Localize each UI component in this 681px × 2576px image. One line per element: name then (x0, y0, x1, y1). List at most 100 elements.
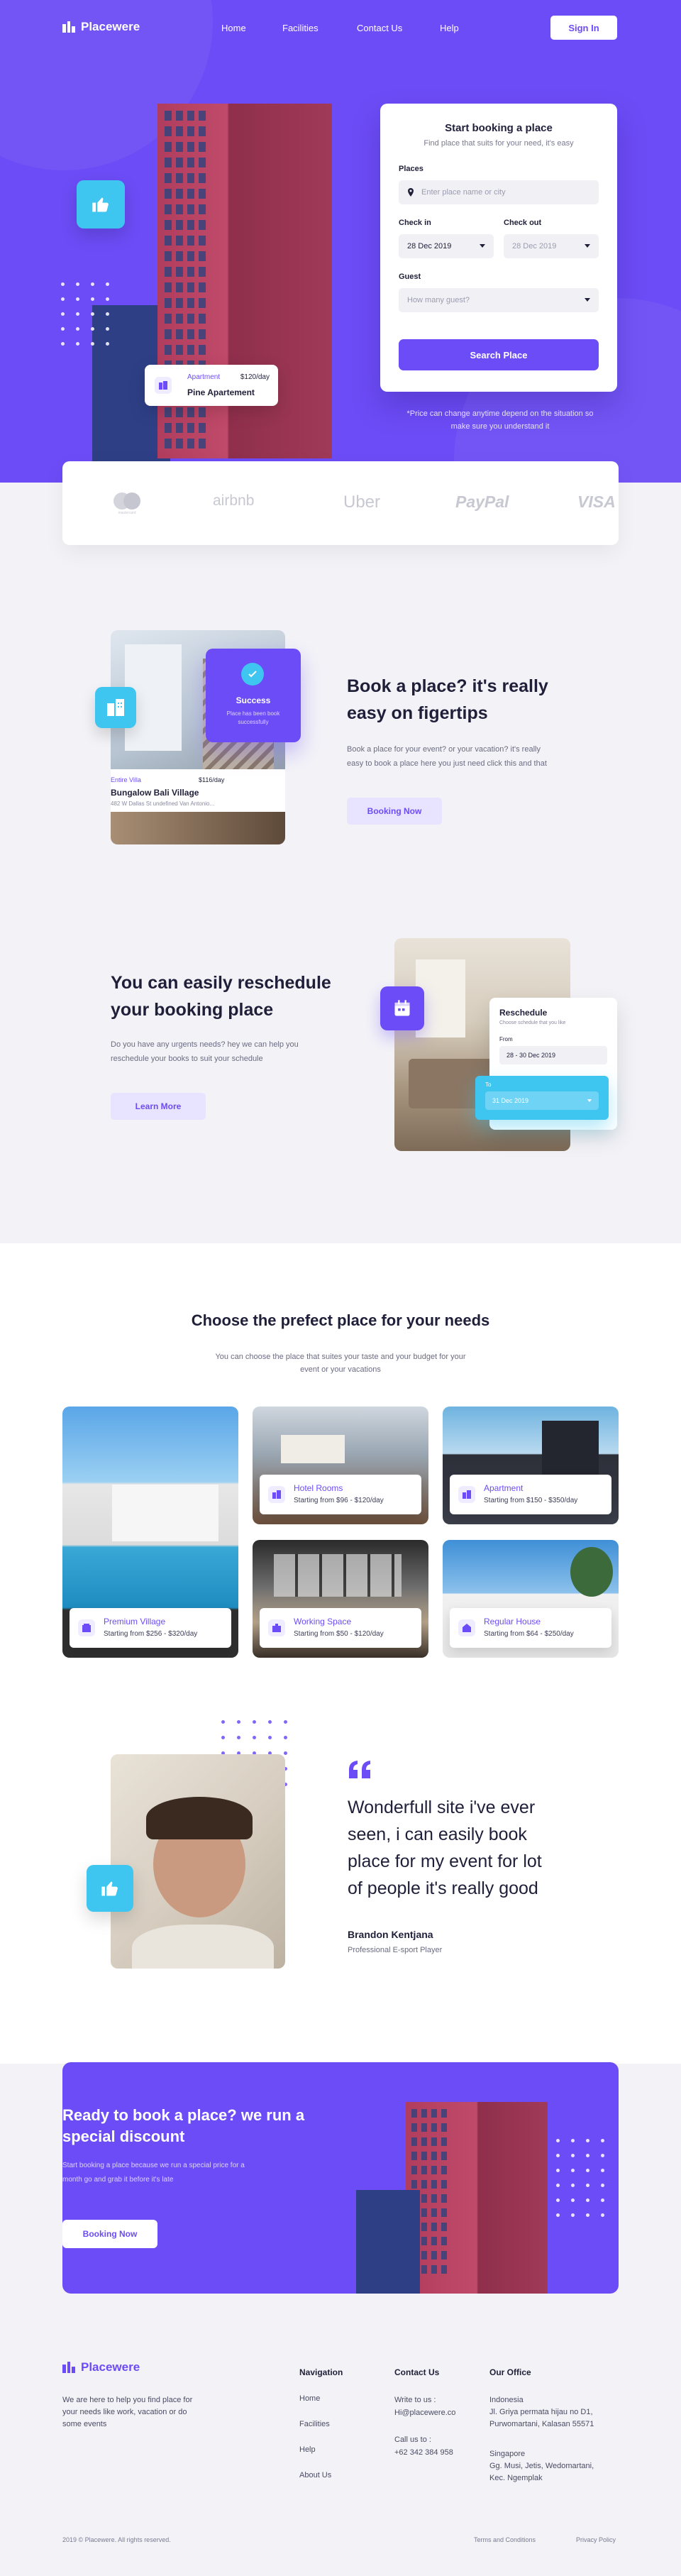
place-card-working-space[interactable]: Working Space Starting from $50 - $120/d… (253, 1540, 428, 1658)
location-pin-icon (408, 188, 414, 197)
brand[interactable]: Placewere (62, 20, 140, 34)
nav-link-contact[interactable]: Contact Us (357, 23, 402, 33)
building-window (421, 2137, 427, 2146)
testimonial-photo (111, 1754, 285, 1969)
footer-about-3: some events (62, 2420, 107, 2428)
villa-card[interactable]: Entire Villa $116/day Bungalow Bali Vill… (111, 769, 285, 844)
decor-dot (586, 2169, 589, 2172)
building-window (165, 314, 172, 324)
footer-link-help[interactable]: Help (299, 2445, 316, 2454)
building-window (176, 439, 183, 448)
decor-dot (61, 282, 65, 286)
places-input[interactable]: Enter place name or city (399, 180, 599, 204)
to-field[interactable]: 31 Dec 2019 (485, 1091, 599, 1110)
thumbs-up-icon (101, 1881, 118, 1896)
decor-dot (91, 312, 94, 316)
from-field[interactable]: 28 - 30 Dec 2019 (499, 1046, 607, 1064)
place-name: Apartment (484, 1483, 524, 1493)
cta-booking-button[interactable]: Booking Now (62, 2220, 157, 2248)
building-window (431, 2137, 437, 2146)
place-name: Regular House (484, 1617, 541, 1626)
decor-dot (106, 282, 109, 286)
building-window (411, 2137, 417, 2146)
footer-office-title: Our Office (489, 2367, 531, 2377)
building-window (199, 251, 206, 261)
building-window (187, 314, 194, 324)
decor-dot (61, 312, 65, 316)
building-window (441, 2137, 447, 2146)
booking-subtitle: Find place that suits for your need, it'… (423, 139, 574, 148)
decor-dot (284, 1720, 287, 1724)
cta-text-1: Start booking a place because we run a s… (62, 2162, 245, 2169)
building-window (165, 267, 172, 277)
privacy-link[interactable]: Privacy Policy (576, 2536, 616, 2543)
footer-link-about[interactable]: About Us (299, 2471, 331, 2479)
building-window (187, 111, 194, 121)
building-window (421, 2166, 427, 2174)
place-card-regular-house[interactable]: Regular House Starting from $64 - $250/d… (443, 1540, 619, 1658)
building-window (176, 251, 183, 261)
checkin-select[interactable]: 28 Dec 2019 (399, 234, 494, 258)
decor-dot (586, 2184, 589, 2187)
guest-placeholder: How many guest? (407, 296, 470, 304)
feature-reschedule-text-2: reschedule your books to suit your sched… (111, 1055, 263, 1063)
success-title: Success (236, 695, 271, 705)
learn-more-button[interactable]: Learn More (111, 1093, 206, 1120)
decor-dot (601, 2169, 604, 2172)
decor-dot (253, 1720, 256, 1724)
thumbs-up-badge (77, 180, 125, 229)
building-window (199, 439, 206, 448)
booking-title: Start booking a place (445, 122, 553, 134)
checkout-select[interactable]: 28 Dec 2019 (504, 234, 599, 258)
place-card-hotel-rooms[interactable]: Hotel Rooms Starting from $96 - $120/day (253, 1407, 428, 1524)
building-window (187, 173, 194, 183)
from-label: From (499, 1036, 513, 1042)
building-window (165, 439, 172, 448)
nav-link-help[interactable]: Help (440, 23, 459, 33)
nav-link-facilities[interactable]: Facilities (282, 23, 319, 33)
guest-label: Guest (399, 273, 421, 281)
footer-link-home[interactable]: Home (299, 2394, 320, 2403)
mastercard-logo: mastercard (114, 492, 140, 515)
place-price: Starting from $50 - $120/day (294, 1630, 384, 1638)
house-icon (458, 1619, 475, 1636)
footer-email-link[interactable]: Hi@placewere.co (394, 2409, 455, 2417)
decor-dot (106, 312, 109, 316)
decor-dot (571, 2169, 575, 2172)
quote-line-4: of people it's really good (348, 1878, 538, 1898)
footer-link-facilities[interactable]: Facilities (299, 2420, 330, 2428)
terms-link[interactable]: Terms and Conditions (474, 2536, 536, 2543)
places-label: Places (399, 165, 423, 173)
cta-building-secondary (356, 2190, 420, 2294)
building-window (431, 2166, 437, 2174)
hero-section: Placewere Home Facilities Contact Us Hel… (0, 0, 681, 483)
apartment-card[interactable]: Apartment $120/day Pine Apartement (145, 365, 278, 406)
building-window (421, 2152, 427, 2160)
footer-phone-link[interactable]: +62 342 384 958 (394, 2448, 453, 2457)
chevron-down-icon (587, 1099, 592, 1102)
place-card-premium-village[interactable]: Premium Village Starting from $256 - $32… (62, 1407, 238, 1658)
places-placeholder: Enter place name or city (421, 188, 506, 197)
building-window (187, 142, 194, 152)
building-window (431, 2251, 437, 2259)
search-place-button[interactable]: Search Place (399, 339, 599, 370)
building-icon (107, 699, 124, 716)
working-space-windows (274, 1554, 402, 1597)
feature-reschedule-title-2: your booking place (111, 1000, 274, 1020)
building-window (431, 2109, 437, 2118)
feature-book-title-2: easy on figertips (347, 703, 488, 723)
decor-dot (91, 342, 94, 346)
place-card-apartment[interactable]: Apartment Starting from $150 - $350/day (443, 1407, 619, 1524)
building-window (176, 298, 183, 308)
footer-brand[interactable]: Placewere (62, 2360, 140, 2374)
footer-call-label: Call us to : (394, 2435, 431, 2444)
guest-select[interactable]: How many guest? (399, 288, 599, 312)
building-window (199, 282, 206, 292)
to-panel[interactable]: To 31 Dec 2019 (475, 1076, 609, 1120)
visa-logo: VISA (577, 492, 616, 511)
success-card: Success Place has been book successfully (206, 649, 301, 742)
booking-now-button[interactable]: Booking Now (347, 798, 442, 825)
sign-in-button[interactable]: Sign In (550, 16, 617, 40)
nav-link-home[interactable]: Home (221, 23, 246, 33)
building-window (199, 423, 206, 433)
